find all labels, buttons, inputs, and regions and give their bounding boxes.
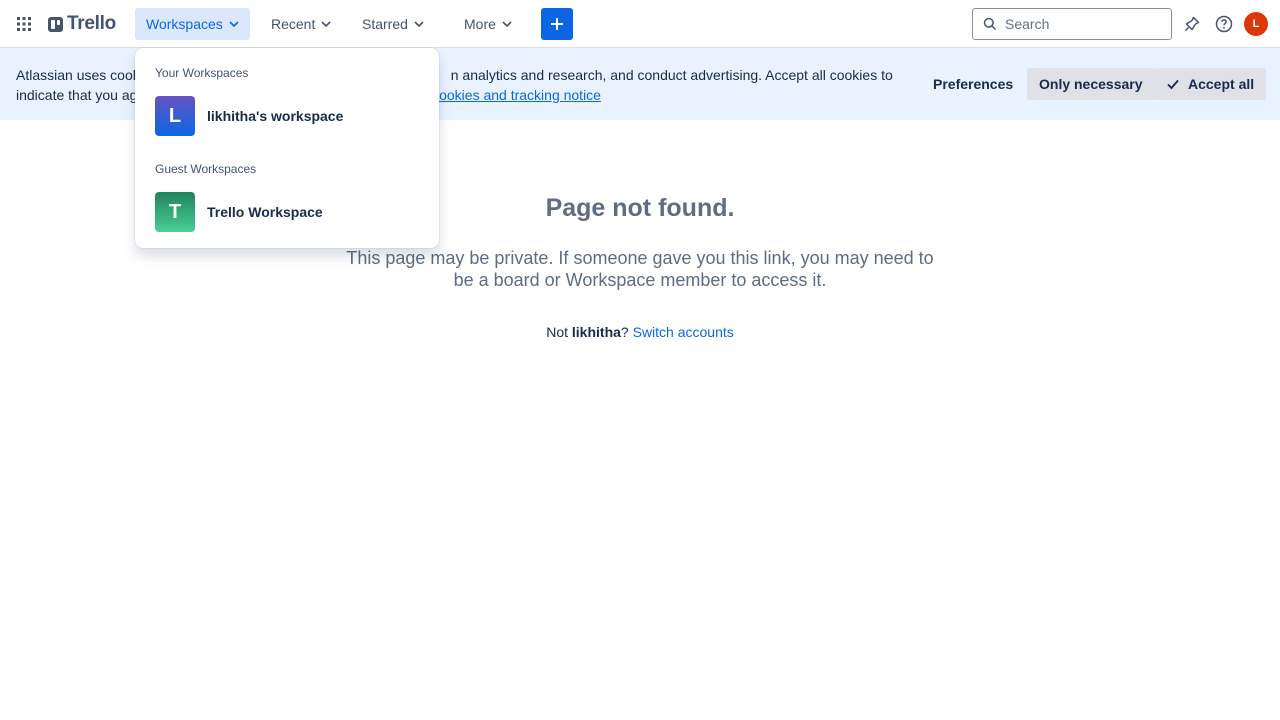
- username: likhitha: [571, 324, 621, 340]
- workspace-tile: T: [155, 192, 195, 232]
- chevron-down-icon: [502, 21, 512, 28]
- cookie-text-line2-start: indicate that you ag: [16, 87, 138, 103]
- cookie-notice-link[interactable]: n cookies and tracking notice: [420, 87, 601, 103]
- workspace-tile: L: [155, 96, 195, 136]
- search-icon: [983, 17, 997, 31]
- avatar[interactable]: L: [1244, 12, 1268, 36]
- page-message: This page may be private. If someone gav…: [346, 248, 934, 290]
- workspace-item[interactable]: T Trello Workspace: [143, 188, 431, 236]
- chevron-down-icon: [229, 21, 239, 28]
- recent-label: Recent: [271, 16, 316, 32]
- workspaces-dropdown: Your Workspaces L likhitha's workspace G…: [135, 48, 439, 248]
- help-icon[interactable]: [1212, 12, 1236, 36]
- preferences-button[interactable]: Preferences: [921, 68, 1025, 100]
- top-nav-bar: Trello Workspaces Recent Starred More L: [0, 0, 1280, 48]
- guest-workspaces-heading: Guest Workspaces: [155, 162, 257, 176]
- recent-menu-button[interactable]: Recent: [260, 8, 342, 40]
- search-input[interactable]: [1005, 16, 1155, 32]
- starred-label: Starred: [362, 16, 408, 32]
- plus-icon: [551, 18, 563, 30]
- starred-menu-button[interactable]: Starred: [351, 8, 435, 40]
- trello-logo[interactable]: Trello: [48, 12, 116, 36]
- trello-logo-icon: [48, 16, 63, 32]
- accept-all-button[interactable]: Accept all: [1154, 68, 1267, 100]
- chevron-down-icon: [321, 21, 331, 28]
- switch-accounts-link[interactable]: Switch accounts: [633, 324, 734, 340]
- your-workspaces-heading: Your Workspaces: [155, 66, 249, 80]
- notifications-icon[interactable]: [1180, 12, 1204, 36]
- checkmark-icon: [1167, 79, 1179, 90]
- workspaces-menu-button[interactable]: Workspaces: [135, 8, 250, 40]
- not-prefix: Not: [546, 324, 572, 340]
- more-label: More: [464, 16, 496, 32]
- workspace-item[interactable]: L likhitha's workspace: [143, 92, 431, 140]
- more-menu-button[interactable]: More: [453, 8, 523, 40]
- switch-account-line: Not likhitha? Switch accounts: [0, 324, 1280, 340]
- apps-grid-icon[interactable]: [12, 12, 36, 36]
- question-mark: ?: [620, 324, 629, 340]
- accept-all-label: Accept all: [1188, 76, 1255, 92]
- workspaces-label: Workspaces: [146, 16, 223, 32]
- logo-text: Trello: [67, 13, 116, 34]
- create-button[interactable]: [541, 8, 573, 40]
- workspace-name: likhitha's workspace: [207, 108, 344, 124]
- search-box[interactable]: [972, 8, 1172, 40]
- cookie-text-line1-end: n analytics and research, and conduct ad…: [450, 67, 893, 83]
- only-necessary-button[interactable]: Only necessary: [1027, 68, 1155, 100]
- workspace-name: Trello Workspace: [207, 204, 323, 220]
- chevron-down-icon: [414, 21, 424, 28]
- cookie-text-line1-start: Atlassian uses cook: [16, 67, 140, 83]
